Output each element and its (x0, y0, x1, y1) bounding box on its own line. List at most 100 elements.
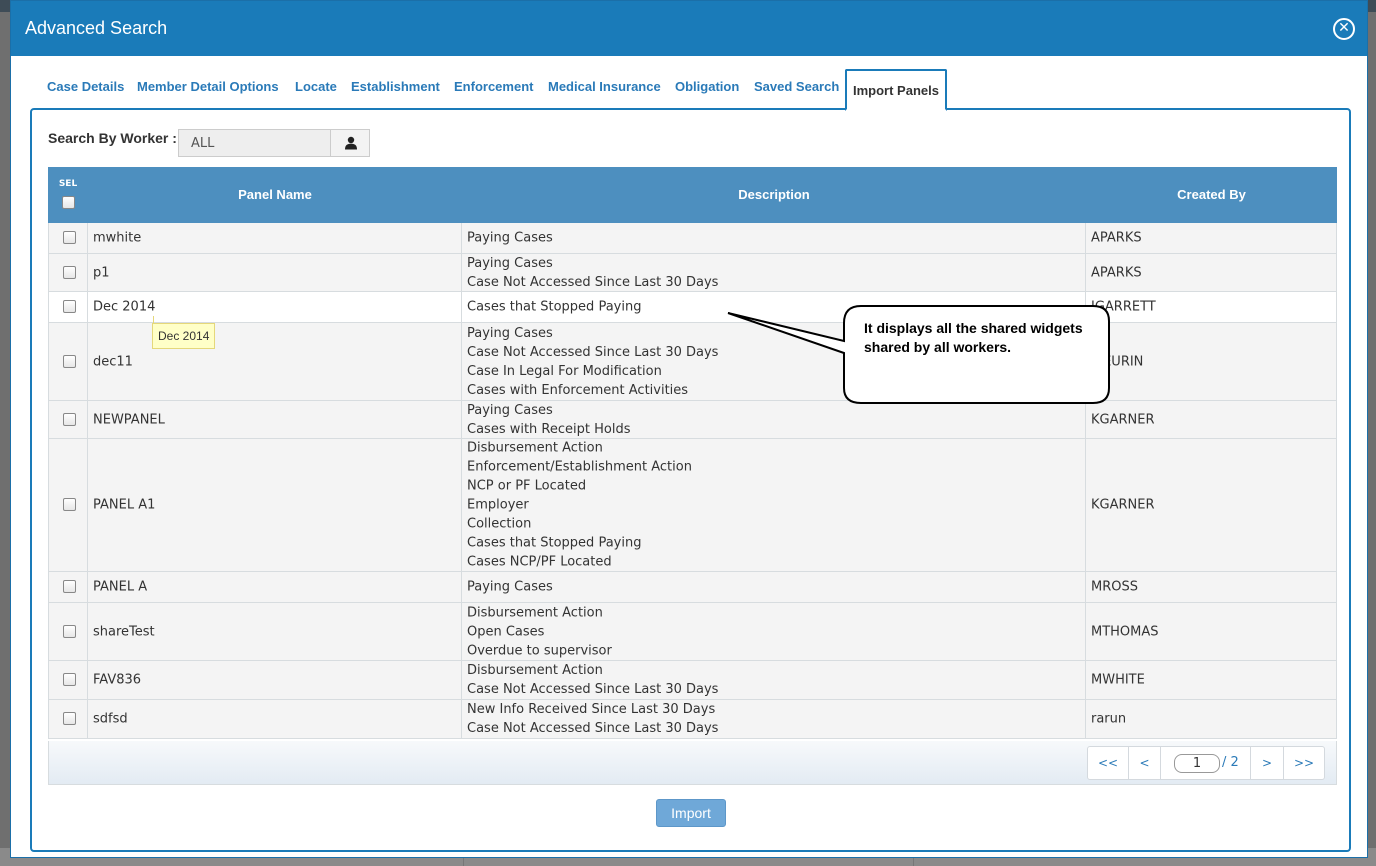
worker-search-input[interactable]: ALL (178, 129, 331, 157)
table-row[interactable]: PANEL A1 Disbursement Action Enforcement/E… (48, 439, 1337, 572)
table-row[interactable]: NEWPANEL Paying Cases Cases with Receipt H… (48, 401, 1337, 439)
panel-name-header[interactable]: Panel Name (88, 167, 462, 223)
created-by-cell: JSEURIN (1086, 323, 1337, 400)
description: Disbursement Action Case Not Accessed Sin… (467, 661, 718, 699)
row-checkbox[interactable] (63, 673, 76, 686)
description-line: Cases that Stopped Paying (467, 299, 642, 315)
panel-name-cell: shareTest (88, 603, 462, 660)
tab-case-details[interactable]: Case Details (47, 69, 124, 109)
description-cell: Disbursement Action Case Not Accessed Sin… (462, 661, 1086, 699)
created-by: MWHITE (1091, 672, 1145, 688)
created-by-cell: KGARNER (1086, 401, 1337, 438)
table-row[interactable]: shareTest Disbursement Action Open Cases Ov… (48, 603, 1337, 661)
description-line: Case Not Accessed Since Last 30 Days (467, 721, 719, 736)
description-line: NCP or PF Located (467, 478, 587, 494)
table-row[interactable]: mwhite Paying Cases APARKS (48, 223, 1337, 254)
panel-name: NEWPANEL (93, 412, 165, 427)
first-page-button[interactable]: << (1088, 747, 1129, 779)
row-checkbox[interactable] (63, 624, 76, 638)
description: Paying Cases Case Not Accessed Since Last… (467, 254, 718, 292)
panel-name: sdfsd (93, 711, 128, 727)
created-by-cell: MTHOMAS (1086, 603, 1337, 660)
description-line: Overdue to supervisor (467, 643, 612, 658)
created-by: APARKS (1091, 230, 1142, 246)
created-by: APARKS (1091, 265, 1142, 280)
created-by: KGARNER (1091, 412, 1155, 427)
description-cell: New Info Received Since Last 30 Days Case… (462, 700, 1086, 738)
tab-member-detail-options[interactable]: Member Detail Options (137, 69, 279, 109)
description-line: Cases with Receipt Holds (467, 421, 631, 437)
table-row[interactable]: dec11 Paying Cases Case Not Accessed Since… (48, 323, 1337, 401)
tab-locate[interactable]: Locate (295, 69, 337, 109)
panel-name-cell: dec11 (88, 323, 462, 400)
row-checkbox[interactable] (63, 580, 76, 593)
description-line: Case Not Accessed Since Last 30 Days (467, 344, 719, 360)
prev-page-button[interactable]: < (1129, 747, 1161, 779)
description: Disbursement Action Enforcement/Establish… (467, 439, 692, 572)
sel-cell (48, 292, 88, 322)
table-row[interactable]: sdfsd New Info Received Since Last 30 Day… (48, 700, 1337, 739)
panel-name: PANEL A1 (93, 497, 156, 513)
tab-medical-insurance[interactable]: Medical Insurance (548, 69, 661, 109)
tab-establishment[interactable]: Establishment (351, 69, 440, 109)
row-checkbox[interactable] (63, 712, 76, 725)
table-row[interactable]: p1 Paying Cases Case Not Accessed Since La… (48, 254, 1337, 292)
created-by: rarun (1091, 711, 1127, 727)
panel-name-cell: PANEL A (88, 572, 462, 602)
description-line: Case In Legal For Modification (467, 363, 662, 379)
description-line: Paying Cases (467, 255, 553, 271)
pagination: << < 1 / 2 > >> (1087, 746, 1325, 780)
created-by: MROSS (1091, 579, 1138, 595)
page-number-input[interactable]: 1 (1174, 754, 1220, 773)
table-row[interactable]: FAV836 Disbursement Action Case Not Access… (48, 661, 1337, 700)
sel-cell (48, 254, 88, 291)
description-line: Cases with Enforcement Activities (467, 382, 689, 398)
select-all-checkbox[interactable] (62, 196, 75, 209)
advanced-search-dialog: Advanced Search ✕ Case Details Member De… (10, 0, 1368, 858)
panel-name-cell: p1 (88, 254, 462, 291)
description-line: Disbursement Action (467, 663, 603, 678)
table-row[interactable]: PANEL A Paying Cases MROSS (48, 572, 1337, 603)
tab-enforcement[interactable]: Enforcement (454, 69, 533, 109)
sel-cell (48, 603, 88, 660)
created-by-cell: APARKS (1086, 223, 1337, 253)
last-page-button[interactable]: >> (1284, 747, 1324, 779)
description-cell: Paying Cases (462, 223, 1086, 253)
row-checkbox[interactable] (63, 498, 76, 511)
next-page-button[interactable]: > (1250, 747, 1284, 779)
description: Paying Cases Case Not Accessed Since Last… (467, 324, 718, 400)
tab-obligation[interactable]: Obligation (675, 69, 739, 109)
row-checkbox[interactable] (63, 412, 76, 426)
row-checkbox[interactable] (63, 265, 76, 279)
panel-name: FAV836 (93, 672, 142, 688)
description-line: Cases NCP/PF Located (467, 554, 612, 570)
sel-cell (48, 401, 88, 438)
callout-text: It displays all the shared widgets share… (864, 320, 1083, 355)
table-row[interactable]: Dec 2014 Cases that Stopped Paying IGARRET… (48, 292, 1337, 323)
worker-lookup-button[interactable] (330, 129, 370, 157)
sel-cell (48, 661, 88, 699)
created-by: MTHOMAS (1091, 624, 1159, 639)
row-checkbox[interactable] (63, 354, 76, 368)
description: Disbursement Action Open Cases Overdue to … (467, 603, 612, 660)
description-header[interactable]: Description (462, 167, 1086, 223)
import-button[interactable]: Import (656, 799, 726, 827)
tab-import-panels[interactable]: Import Panels (845, 69, 947, 111)
pager-bar: << < 1 / 2 > >> (48, 741, 1337, 785)
description: New Info Received Since Last 30 Days Case… (467, 700, 718, 738)
row-checkbox[interactable] (63, 231, 76, 244)
description-cell: Paying Cases (462, 572, 1086, 602)
description-cell: Disbursement Action Enforcement/Establish… (462, 439, 1086, 571)
description-cell: Disbursement Action Open Cases Overdue to … (462, 603, 1086, 660)
description-line: Disbursement Action (467, 605, 603, 620)
description: Paying Cases (467, 578, 553, 597)
close-icon[interactable]: ✕ (1333, 18, 1355, 40)
description-line: Paying Cases (467, 325, 553, 341)
tab-saved-search[interactable]: Saved Search (754, 69, 839, 109)
created-by-cell: KGARNER (1086, 439, 1337, 571)
sel-cell (48, 572, 88, 602)
panel-name: mwhite (93, 230, 142, 246)
row-checkbox[interactable] (63, 300, 76, 313)
description-line: Collection (467, 516, 532, 532)
created-by-header[interactable]: Created By (1086, 167, 1337, 223)
